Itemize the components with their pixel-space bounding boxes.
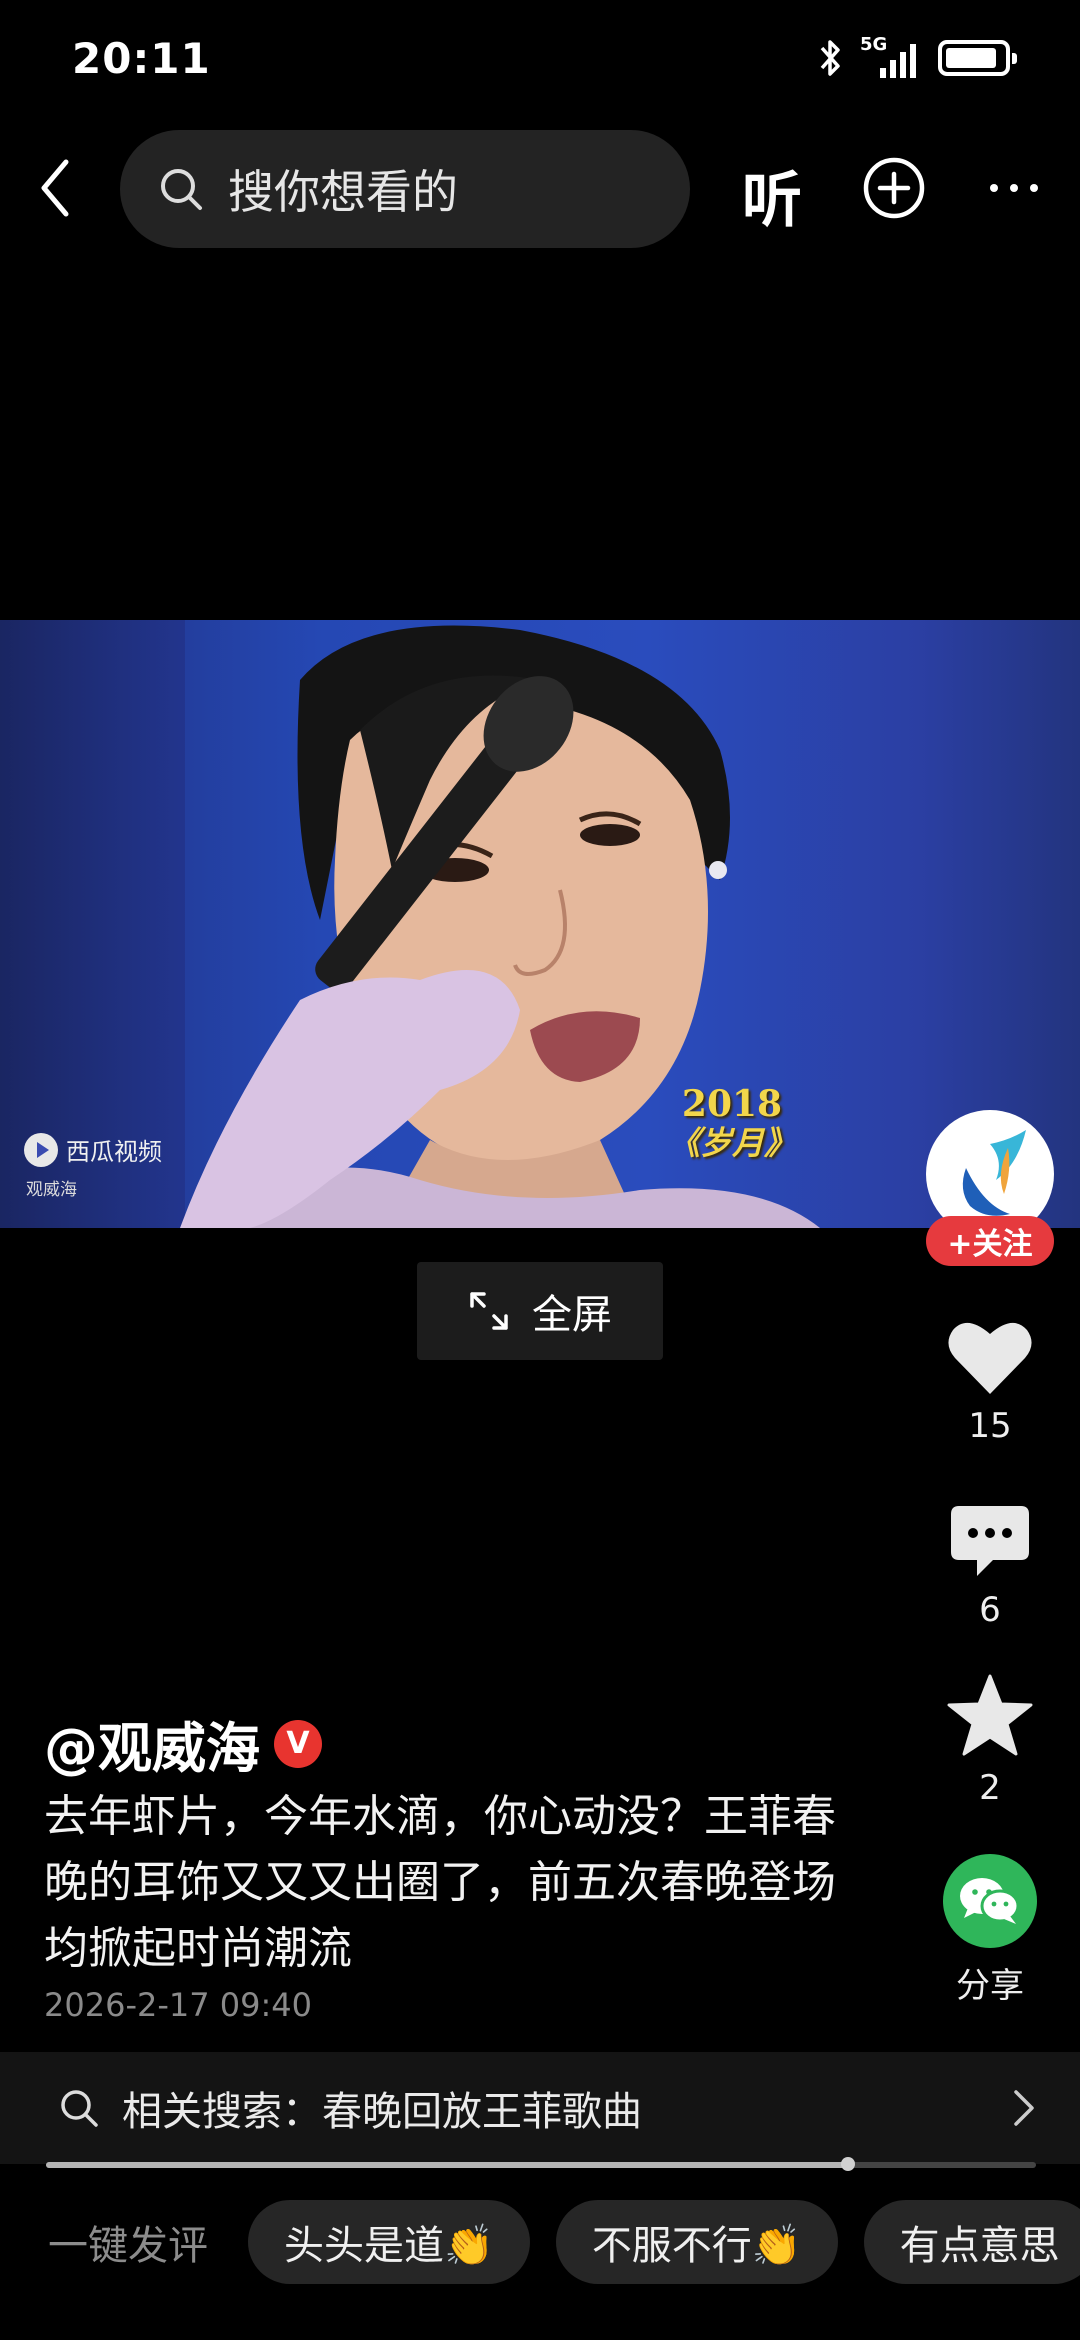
favorite-button[interactable]: 2 bbox=[920, 1674, 1060, 1808]
watermark-app-name: 西瓜视频 bbox=[66, 1138, 162, 1166]
related-search-text: 相关搜索：春晚回放王菲歌曲 bbox=[122, 2089, 642, 2135]
quick-comment-chip[interactable]: 头头是道👏 bbox=[248, 2200, 530, 2284]
search-icon bbox=[61, 2090, 98, 2127]
caption-year: 2018 bbox=[681, 1083, 783, 1125]
status-time: 20:11 bbox=[72, 34, 211, 83]
comment-icon bbox=[951, 1506, 1029, 1576]
favorite-count: 2 bbox=[979, 1768, 1001, 1808]
related-search-bar[interactable]: 相关搜索：春晚回放王菲歌曲 bbox=[0, 2052, 1080, 2164]
battery-icon bbox=[938, 40, 1017, 76]
add-circle-icon[interactable] bbox=[862, 156, 926, 220]
expand-icon bbox=[470, 1292, 508, 1330]
share-button[interactable]: 分享 bbox=[920, 1854, 1060, 2007]
post-description: 去年虾片，今年水滴，你心动没？王菲春晚的耳饰又又又出圈了，前五次春晚登场均掀起时… bbox=[44, 1791, 836, 1974]
verified-badge-icon: V bbox=[274, 1719, 322, 1768]
playback-progress-fill bbox=[46, 2162, 848, 2168]
xigua-logo-icon bbox=[24, 1132, 58, 1167]
author-name[interactable]: @观威海 bbox=[44, 1704, 260, 1783]
post-date: 2026-2-17 09:40 bbox=[44, 1986, 312, 2024]
watermark: 西瓜视频 观威海 bbox=[24, 1132, 162, 1200]
follow-button[interactable]: +关注 bbox=[926, 1216, 1054, 1266]
caption-song: 《岁月》 bbox=[668, 1124, 797, 1162]
status-bar: 20:11 5G bbox=[0, 0, 1080, 120]
quick-comment-chip[interactable]: 有点意思 bbox=[863, 2200, 1080, 2284]
quick-comment-bar: 一键发评 头头是道👏 不服不行👏 有点意思 bbox=[0, 2196, 1080, 2288]
signal-icon: 5G bbox=[860, 36, 924, 80]
comment-button[interactable]: 6 bbox=[920, 1504, 1060, 1630]
playback-progress-bar[interactable] bbox=[46, 2157, 1036, 2171]
heart-icon bbox=[948, 1322, 1032, 1394]
chevron-right-icon bbox=[1014, 2090, 1034, 2126]
like-button[interactable]: 15 bbox=[920, 1318, 1060, 1446]
chevron-left-icon bbox=[41, 159, 69, 217]
playback-scrubber-handle[interactable] bbox=[840, 2157, 855, 2171]
wechat-share-icon bbox=[943, 1854, 1037, 1948]
fullscreen-button[interactable]: 全屏 bbox=[417, 1262, 663, 1360]
quick-comment-label: 一键发评 bbox=[48, 2223, 208, 2269]
search-icon bbox=[161, 169, 202, 210]
search-placeholder: 搜你想看的 bbox=[228, 165, 458, 219]
video-frame-image bbox=[180, 625, 820, 1228]
comment-count: 6 bbox=[979, 1590, 1001, 1630]
star-icon bbox=[947, 1674, 1033, 1756]
share-label: 分享 bbox=[956, 1966, 1024, 2006]
more-options-button[interactable] bbox=[990, 184, 1038, 194]
listen-button[interactable]: 听 bbox=[742, 152, 802, 239]
video-player[interactable]: 西瓜视频 观威海 2018 《岁月》 bbox=[0, 620, 1080, 1228]
status-icons: 5G bbox=[816, 36, 1017, 80]
bluetooth-icon bbox=[820, 40, 840, 76]
video-caption: 2018 《岁月》 bbox=[668, 1084, 796, 1162]
fullscreen-label: 全屏 bbox=[532, 1292, 612, 1338]
like-count: 15 bbox=[968, 1406, 1012, 1446]
author-row[interactable]: @观威海 V bbox=[44, 1704, 322, 1783]
watermark-username: 观威海 bbox=[26, 1180, 77, 1200]
search-bar[interactable]: 搜你想看的 bbox=[120, 130, 690, 248]
back-button[interactable] bbox=[30, 156, 80, 220]
quick-comment-chip[interactable]: 不服不行👏 bbox=[555, 2200, 838, 2284]
